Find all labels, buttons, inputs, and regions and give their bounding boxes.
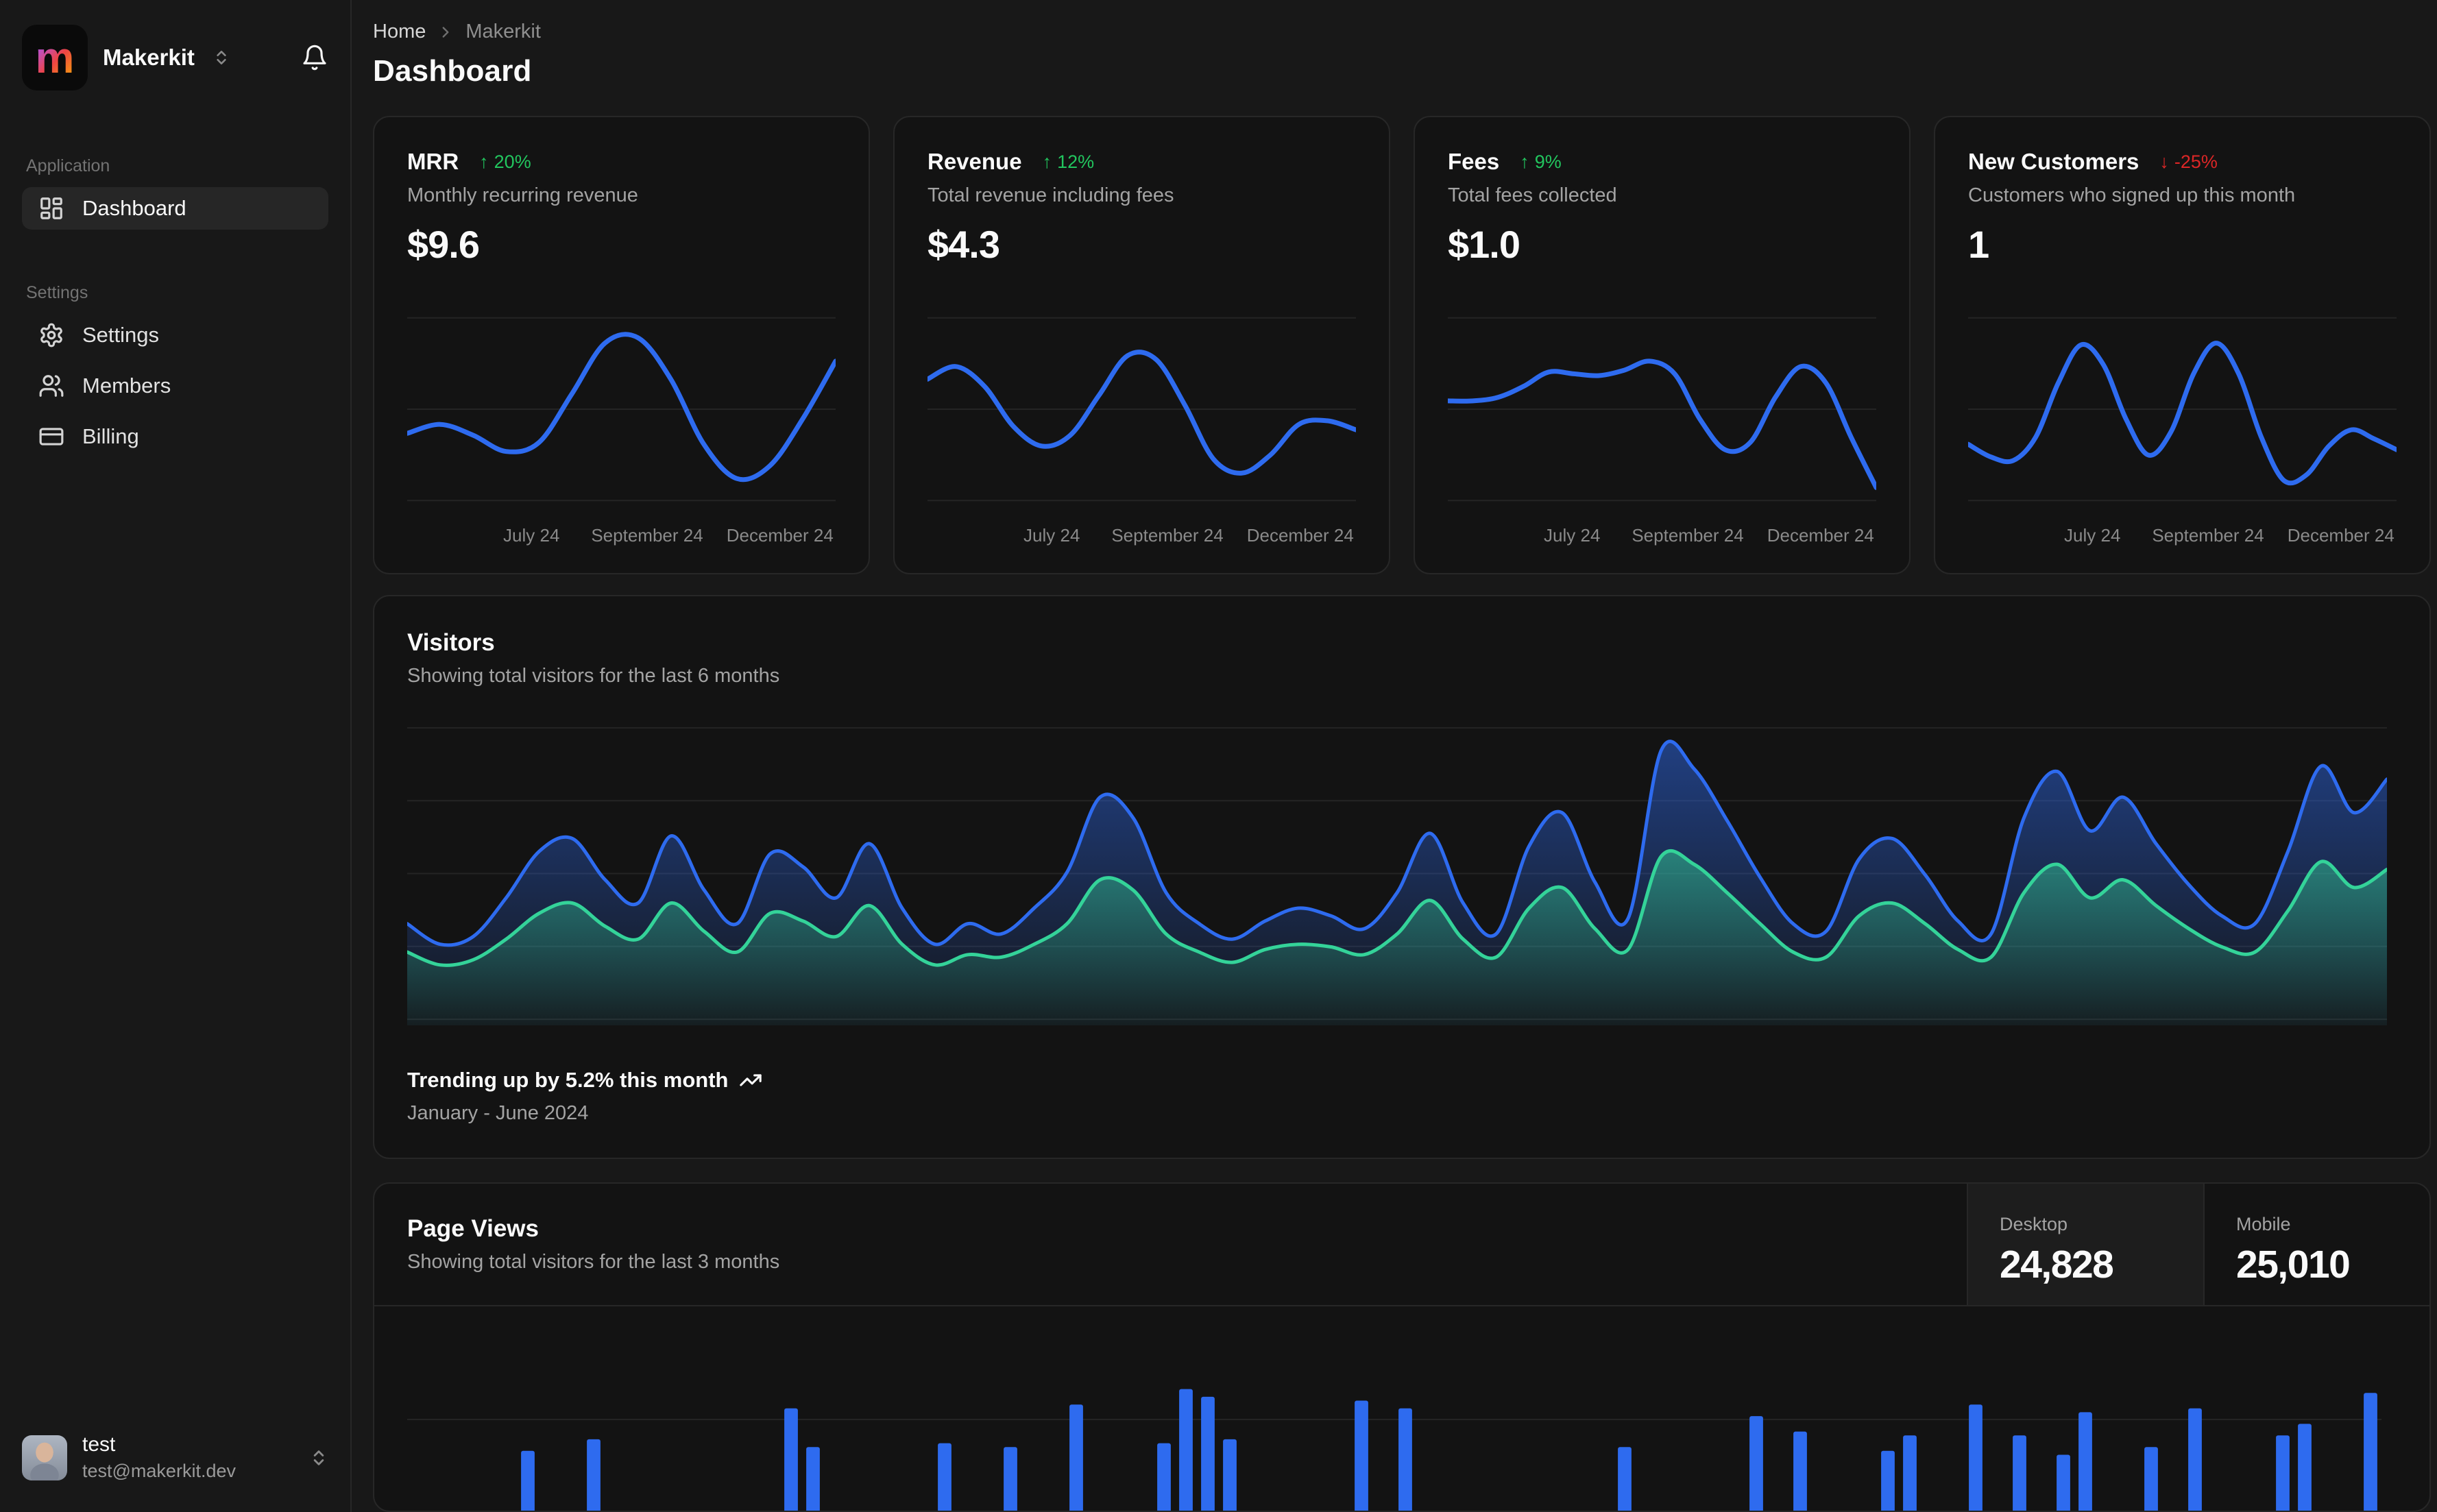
stat-description: Customers who signed up this month [1968, 184, 2296, 206]
trend-badge: ↓ -25% [2159, 151, 2218, 172]
workspace-selector[interactable]: m Makerkit [22, 25, 328, 90]
breadcrumb-current: Makerkit [465, 21, 541, 42]
trend-badge: ↑ 20% [479, 151, 531, 172]
stat-value: 1 [1968, 223, 1989, 266]
visitors-trend: Trending up by 5.2% this month [407, 1068, 2397, 1093]
sidebar-item-label: Settings [82, 323, 160, 347]
visitors-title: Visitors [407, 629, 495, 656]
chevrons-up-down-icon [309, 1448, 328, 1467]
breadcrumb-home-link[interactable]: Home [373, 21, 426, 43]
stat-value: $1.0 [1448, 223, 1520, 266]
arrow-down-icon: ↓ [2159, 151, 2169, 172]
stat-title: MRR [407, 149, 459, 174]
fees-sparkline-chart [1448, 317, 1876, 502]
sidebar-item-billing[interactable]: Billing [22, 415, 328, 458]
arrow-up-icon: ↑ [1042, 151, 1052, 172]
x-axis-labels: July 24 September 24 December 24 [1544, 525, 1874, 546]
sidebar-item-dashboard[interactable]: Dashboard [22, 187, 328, 230]
stat-description: Monthly recurring revenue [407, 184, 638, 206]
stat-card-revenue: Revenue ↑ 12% Total revenue including fee… [893, 116, 1390, 574]
stat-cards-row: MRR ↑ 20% Monthly recurring revenue $9.6 … [373, 116, 2431, 574]
makerkit-logo: m [22, 25, 88, 90]
user-name: test [82, 1433, 116, 1456]
credit-card-icon [38, 424, 64, 450]
visitors-area-chart [407, 727, 2387, 1025]
sidebar: m Makerkit Application Dashboard Setting… [0, 0, 352, 1512]
page-views-card: Page Views Showing total visitors for th… [373, 1182, 2431, 1512]
stat-value: $9.6 [407, 223, 480, 266]
trend-badge: ↑ 9% [1520, 151, 1562, 172]
toggle-label: Mobile [2236, 1214, 2291, 1234]
sidebar-item-label: Billing [82, 424, 139, 448]
page-views-subtitle: Showing total visitors for the last 3 mo… [407, 1251, 780, 1273]
stat-value: $4.3 [927, 223, 1000, 266]
stat-card-new-customers: New Customers ↓ -25% Customers who signed… [1934, 116, 2431, 574]
mrr-sparkline-chart [407, 317, 836, 502]
toggle-value: 25,010 [2236, 1243, 2351, 1287]
page-views-toggle-group: Desktop 24,828 Mobile 25,010 [1967, 1184, 2429, 1305]
sidebar-item-settings[interactable]: Settings [22, 314, 328, 356]
revenue-sparkline-chart [927, 317, 1356, 502]
visitors-subtitle: Showing total visitors for the last 6 mo… [407, 665, 780, 687]
user-email: test@makerkit.dev [82, 1461, 236, 1481]
trend-badge: ↑ 12% [1042, 151, 1095, 172]
avatar [22, 1435, 67, 1480]
stat-description: Total fees collected [1448, 184, 1617, 206]
sidebar-item-label: Members [82, 374, 171, 398]
sidebar-item-label: Dashboard [82, 196, 186, 220]
breadcrumb: Home Makerkit [373, 21, 2431, 43]
app-window: m Makerkit Application Dashboard Setting… [0, 0, 2437, 1512]
layout-dashboard-icon [38, 195, 64, 221]
toggle-label: Desktop [2000, 1214, 2068, 1234]
sidebar-item-members[interactable]: Members [22, 365, 328, 407]
gear-icon [38, 322, 64, 348]
stat-title: New Customers [1968, 149, 2139, 174]
visitors-card: Visitors Showing total visitors for the … [373, 595, 2431, 1159]
logo-letter: m [35, 33, 75, 82]
stat-title: Fees [1448, 149, 1500, 174]
users-icon [38, 373, 64, 399]
page-views-bar-chart [407, 1389, 2381, 1511]
stat-title: Revenue [927, 149, 1022, 174]
bell-icon[interactable] [301, 44, 328, 71]
user-menu[interactable]: test test@makerkit.dev [22, 1433, 328, 1482]
workspace-name: Makerkit [103, 45, 195, 70]
toggle-mobile[interactable]: Mobile 25,010 [2203, 1184, 2429, 1305]
toggle-desktop[interactable]: Desktop 24,828 [1967, 1184, 2203, 1305]
chevron-right-icon [437, 23, 454, 41]
stat-card-fees: Fees ↑ 9% Total fees collected $1.0 July … [1414, 116, 1911, 574]
page-views-header: Page Views Showing total visitors for th… [374, 1184, 2429, 1306]
stat-card-mrr: MRR ↑ 20% Monthly recurring revenue $9.6 … [373, 116, 870, 574]
trending-up-icon [739, 1069, 762, 1092]
toggle-value: 24,828 [2000, 1243, 2114, 1287]
x-axis-labels: July 24 September 24 December 24 [1023, 525, 1354, 546]
nav-section-label-settings: Settings [26, 283, 88, 302]
nav-section-label-application: Application [26, 156, 110, 175]
x-axis-labels: July 24 September 24 December 24 [503, 525, 834, 546]
page-views-title: Page Views [407, 1215, 539, 1242]
arrow-up-icon: ↑ [1520, 151, 1529, 172]
arrow-up-icon: ↑ [479, 151, 489, 172]
main-content: Home Makerkit Dashboard MRR ↑ 20% Monthly… [352, 0, 2437, 1512]
stat-description: Total revenue including fees [927, 184, 1174, 206]
new-customers-sparkline-chart [1968, 317, 2397, 502]
x-axis-labels: July 24 September 24 December 24 [2064, 525, 2394, 546]
visitors-date-range: January - June 2024 [407, 1102, 589, 1124]
chevrons-up-down-icon [213, 49, 230, 66]
page-title: Dashboard [373, 54, 532, 88]
